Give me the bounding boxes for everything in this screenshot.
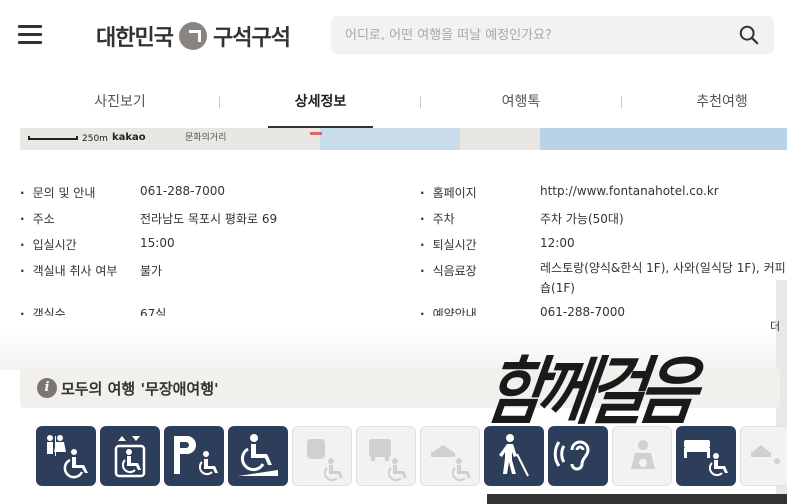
map-scale-label: 250m xyxy=(82,134,108,144)
watermark-underline xyxy=(487,494,787,504)
header: 대한민국 구석구석 xyxy=(0,0,787,72)
accessible-other-icon[interactable] xyxy=(740,426,787,486)
tab-details[interactable]: 상세정보 xyxy=(268,76,373,128)
accessible-bus-icon[interactable] xyxy=(356,426,416,486)
tab-travel-talk[interactable]: 여행톡 xyxy=(470,76,572,128)
barrier-free-title: 모두의 여행 '무장애여행' xyxy=(61,380,219,398)
tab-photos[interactable]: 사진보기 xyxy=(70,76,170,128)
map-provider-logo: kakao xyxy=(112,132,146,143)
infant-family-icon[interactable] xyxy=(612,426,672,486)
fade-overlay xyxy=(0,330,787,370)
hearing-impairment-icon[interactable] xyxy=(548,426,608,486)
accessible-room-icon[interactable] xyxy=(676,426,736,486)
tab-divider xyxy=(219,96,220,108)
detail-info: 문의 및 안내 061-288-7000 주소 전라남도 목포시 평화로 69 … xyxy=(0,176,787,316)
search-input[interactable] xyxy=(345,16,725,54)
more-button[interactable]: 더 xyxy=(770,318,780,334)
homepage-link[interactable]: http://www.fontanahotel.co.kr xyxy=(540,184,719,198)
visual-impairment-icon[interactable] xyxy=(484,426,544,486)
accessible-restroom-icon[interactable] xyxy=(36,426,96,486)
barrier-free-header: i 모두의 여행 '무장애여행' xyxy=(20,368,780,408)
location-map[interactable]: 250m kakao 문화의거리 xyxy=(20,128,787,150)
tab-recommended[interactable]: 추천여행 xyxy=(672,76,772,128)
logo-mark-icon xyxy=(178,22,207,50)
logo-text-right: 구석구석 xyxy=(212,26,291,51)
tab-divider xyxy=(621,96,622,108)
logo-text-left: 대한민국 xyxy=(96,26,174,51)
info-icon: i xyxy=(37,378,57,398)
accessible-transit-icon[interactable] xyxy=(292,426,352,486)
site-logo[interactable]: 대한민국 구석구석 xyxy=(96,20,291,52)
search-box xyxy=(331,16,774,54)
accessible-lodging-icon[interactable] xyxy=(420,426,480,486)
map-place-label: 문화의거리 xyxy=(185,133,227,143)
menu-icon[interactable] xyxy=(18,25,42,45)
accessible-parking-icon[interactable] xyxy=(164,426,224,486)
info-row-dining: 식음료장 레스토랑(양식&한식 1F), 사와(일식당 1F), 커피숍(1F) xyxy=(420,258,787,302)
wheelchair-ramp-icon[interactable] xyxy=(228,426,288,486)
accessible-elevator-icon[interactable] xyxy=(100,426,160,486)
detail-tabs: 사진보기 상세정보 여행톡 추천여행 xyxy=(0,76,787,128)
search-icon[interactable] xyxy=(738,24,760,46)
tab-divider xyxy=(420,96,421,108)
map-scale-bar xyxy=(28,136,78,140)
accessibility-icon-list xyxy=(36,426,787,486)
